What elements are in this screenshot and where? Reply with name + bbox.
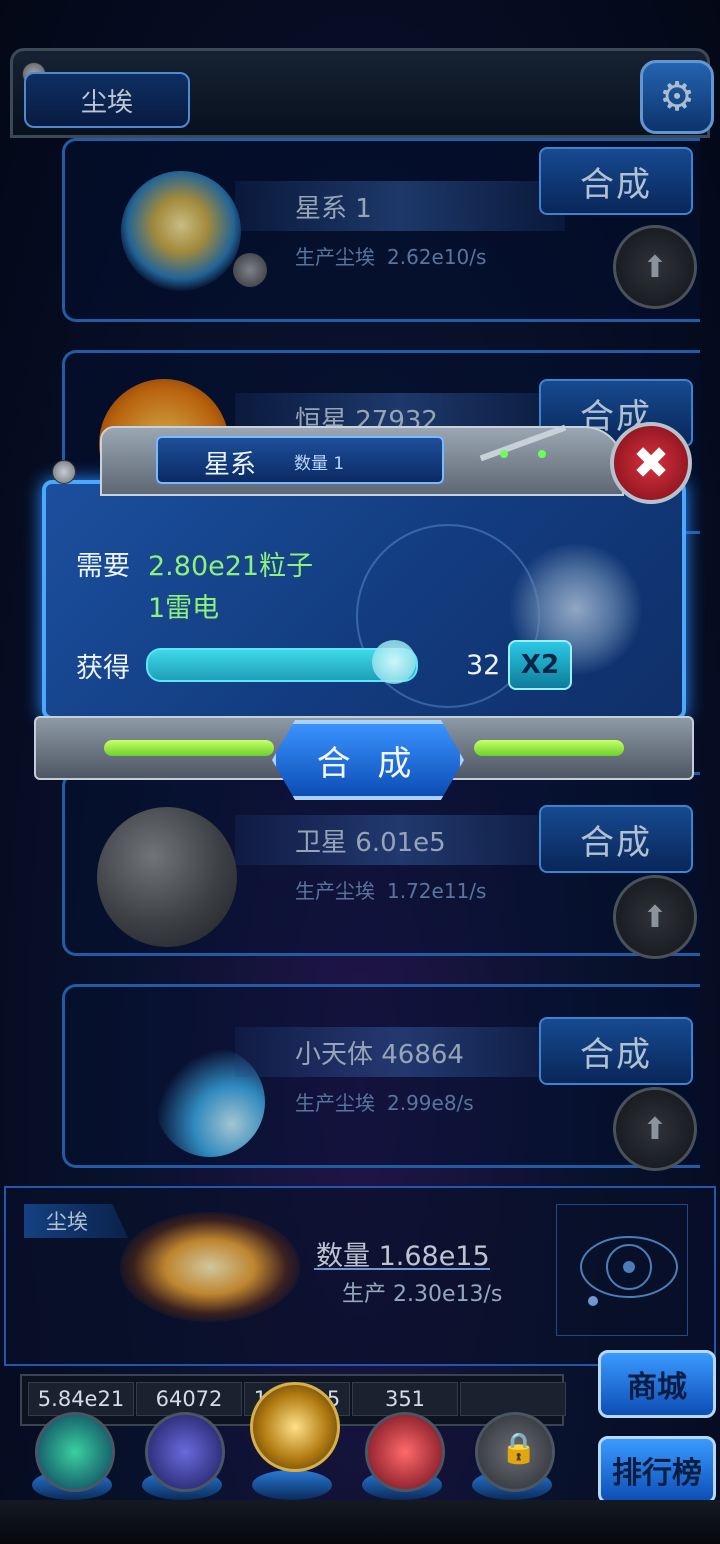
bottom-strip [0, 1500, 720, 1544]
lock-icon: 🔒 [500, 1431, 538, 1466]
energy-rail [104, 740, 274, 756]
dialog-title: 星系 [204, 450, 257, 480]
close-button[interactable]: ✖ [610, 422, 692, 504]
dialog-count: 数量 1 [294, 454, 345, 474]
orb-stand [252, 1470, 332, 1500]
dialog-tab: 星系 数量 1 [156, 436, 444, 484]
dialog-body [42, 480, 686, 720]
multiplier-button[interactable]: X2 [508, 640, 572, 690]
locked-orb: 🔒 [475, 1412, 555, 1492]
need-particles: 2.80e21粒子 [148, 551, 314, 582]
screw-icon [52, 460, 76, 484]
get-value: 32 [466, 650, 501, 681]
slider-handle[interactable] [372, 640, 416, 684]
need-label: 需要 [76, 551, 130, 582]
leaderboard-button[interactable]: 排行榜 [598, 1436, 716, 1504]
thunder-orb-icon[interactable] [145, 1412, 225, 1492]
resource-thunder: 64072 [136, 1382, 242, 1416]
shop-button[interactable]: 商城 [598, 1350, 716, 1418]
resource-particles: 5.84e21 [28, 1382, 134, 1416]
need-thunder: 1雷电 [148, 593, 220, 624]
particles-orb-icon[interactable] [35, 1412, 115, 1492]
brain-orb-icon[interactable] [365, 1412, 445, 1492]
resource-brain: 351 [352, 1382, 458, 1416]
switches-decoration [478, 424, 578, 466]
dust-orb-icon[interactable] [250, 1382, 340, 1472]
resource-locked [460, 1382, 566, 1416]
energy-rail [474, 740, 624, 756]
confirm-synthesize-button[interactable]: 合 成 [272, 720, 464, 800]
get-label: 获得 [76, 653, 130, 684]
close-icon: ✖ [632, 437, 670, 489]
